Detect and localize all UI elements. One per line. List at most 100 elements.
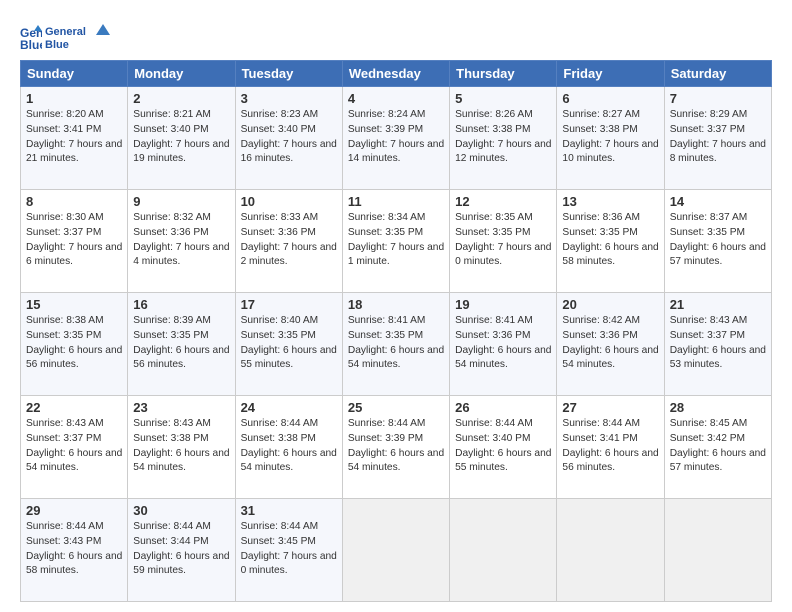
- cell-info: Sunrise: 8:44 AMSunset: 3:39 PMDaylight:…: [348, 418, 444, 473]
- day-header: Monday: [128, 61, 235, 87]
- calendar-cell: 14 Sunrise: 8:37 AMSunset: 3:35 PMDayligh…: [664, 190, 771, 293]
- calendar-week-row: 8 Sunrise: 8:30 AMSunset: 3:37 PMDaylight…: [21, 190, 772, 293]
- calendar-cell: 20Sunrise: 8:42 AMSunset: 3:36 PMDayligh…: [557, 293, 664, 396]
- cell-info: Sunrise: 8:20 AMSunset: 3:41 PMDaylight:…: [26, 109, 122, 164]
- cell-info: Sunrise: 8:37 AMSunset: 3:35 PMDaylight:…: [670, 212, 766, 267]
- day-number: 14: [670, 194, 766, 209]
- cell-info: Sunrise: 8:33 AMSunset: 3:36 PMDaylight:…: [241, 212, 337, 267]
- calendar-cell: 31 Sunrise: 8:44 AMSunset: 3:45 PMDayligh…: [235, 499, 342, 602]
- day-number: 30: [133, 503, 229, 518]
- calendar-cell: 9 Sunrise: 8:32 AMSunset: 3:36 PMDaylight…: [128, 190, 235, 293]
- svg-text:Blue: Blue: [45, 39, 69, 51]
- svg-text:General: General: [45, 26, 86, 38]
- logo-svg: General Blue: [45, 22, 117, 52]
- cell-info: Sunrise: 8:38 AMSunset: 3:35 PMDaylight:…: [26, 315, 122, 370]
- svg-text:Blue: Blue: [20, 38, 42, 51]
- day-header: Friday: [557, 61, 664, 87]
- day-number: 21: [670, 297, 766, 312]
- calendar-cell: 18 Sunrise: 8:41 AMSunset: 3:35 PMDayligh…: [342, 293, 449, 396]
- calendar-cell: 26Sunrise: 8:44 AMSunset: 3:40 PMDayligh…: [450, 396, 557, 499]
- logo-icon: General Blue: [20, 23, 42, 51]
- day-number: 29: [26, 503, 122, 518]
- calendar-cell: 27Sunrise: 8:44 AMSunset: 3:41 PMDayligh…: [557, 396, 664, 499]
- cell-info: Sunrise: 8:43 AMSunset: 3:37 PMDaylight:…: [670, 315, 766, 370]
- day-number: 26: [455, 400, 551, 415]
- day-number: 10: [241, 194, 337, 209]
- calendar-table: SundayMondayTuesdayWednesdayThursdayFrid…: [20, 60, 772, 602]
- day-number: 31: [241, 503, 337, 518]
- calendar-cell: 3Sunrise: 8:23 AMSunset: 3:40 PMDaylight…: [235, 87, 342, 190]
- cell-info: Sunrise: 8:41 AMSunset: 3:35 PMDaylight:…: [348, 315, 444, 370]
- calendar-cell: 5Sunrise: 8:26 AMSunset: 3:38 PMDaylight…: [450, 87, 557, 190]
- cell-info: Sunrise: 8:43 AMSunset: 3:38 PMDaylight:…: [133, 418, 229, 473]
- calendar-cell: 12 Sunrise: 8:35 AMSunset: 3:35 PMDayligh…: [450, 190, 557, 293]
- header-row: SundayMondayTuesdayWednesdayThursdayFrid…: [21, 61, 772, 87]
- cell-info: Sunrise: 8:39 AMSunset: 3:35 PMDaylight:…: [133, 315, 229, 370]
- cell-info: Sunrise: 8:44 AMSunset: 3:45 PMDaylight:…: [241, 521, 337, 576]
- calendar-cell: 10 Sunrise: 8:33 AMSunset: 3:36 PMDayligh…: [235, 190, 342, 293]
- day-number: 13: [562, 194, 658, 209]
- day-number: 20: [562, 297, 658, 312]
- day-number: 25: [348, 400, 444, 415]
- cell-info: Sunrise: 8:44 AMSunset: 3:43 PMDaylight:…: [26, 521, 122, 576]
- calendar-cell: 21 Sunrise: 8:43 AMSunset: 3:37 PMDayligh…: [664, 293, 771, 396]
- day-number: 23: [133, 400, 229, 415]
- logo: General Blue General Blue: [20, 22, 117, 52]
- day-number: 4: [348, 91, 444, 106]
- calendar-cell: 29 Sunrise: 8:44 AMSunset: 3:43 PMDayligh…: [21, 499, 128, 602]
- calendar-cell: 7 Sunrise: 8:29 AMSunset: 3:37 PMDaylight…: [664, 87, 771, 190]
- day-number: 28: [670, 400, 766, 415]
- day-number: 2: [133, 91, 229, 106]
- calendar-cell: 25 Sunrise: 8:44 AMSunset: 3:39 PMDayligh…: [342, 396, 449, 499]
- cell-info: Sunrise: 8:27 AMSunset: 3:38 PMDaylight:…: [562, 109, 658, 164]
- cell-info: Sunrise: 8:32 AMSunset: 3:36 PMDaylight:…: [133, 212, 229, 267]
- cell-info: Sunrise: 8:40 AMSunset: 3:35 PMDaylight:…: [241, 315, 337, 370]
- day-number: 12: [455, 194, 551, 209]
- day-header: Thursday: [450, 61, 557, 87]
- calendar-cell: 11Sunrise: 8:34 AMSunset: 3:35 PMDayligh…: [342, 190, 449, 293]
- day-number: 24: [241, 400, 337, 415]
- day-number: 7: [670, 91, 766, 106]
- day-number: 11: [348, 194, 444, 209]
- day-number: 15: [26, 297, 122, 312]
- calendar-cell: 24 Sunrise: 8:44 AMSunset: 3:38 PMDayligh…: [235, 396, 342, 499]
- cell-info: Sunrise: 8:26 AMSunset: 3:38 PMDaylight:…: [455, 109, 551, 164]
- day-number: 18: [348, 297, 444, 312]
- calendar-cell: 30Sunrise: 8:44 AMSunset: 3:44 PMDayligh…: [128, 499, 235, 602]
- calendar-week-row: 15 Sunrise: 8:38 AMSunset: 3:35 PMDayligh…: [21, 293, 772, 396]
- calendar-cell: 28 Sunrise: 8:45 AMSunset: 3:42 PMDayligh…: [664, 396, 771, 499]
- calendar-cell: 8 Sunrise: 8:30 AMSunset: 3:37 PMDaylight…: [21, 190, 128, 293]
- calendar-cell: [557, 499, 664, 602]
- day-header: Wednesday: [342, 61, 449, 87]
- cell-info: Sunrise: 8:35 AMSunset: 3:35 PMDaylight:…: [455, 212, 551, 267]
- header: General Blue General Blue: [20, 18, 772, 52]
- cell-info: Sunrise: 8:29 AMSunset: 3:37 PMDaylight:…: [670, 109, 766, 164]
- day-number: 3: [241, 91, 337, 106]
- cell-info: Sunrise: 8:36 AMSunset: 3:35 PMDaylight:…: [562, 212, 658, 267]
- day-number: 22: [26, 400, 122, 415]
- calendar-cell: 15 Sunrise: 8:38 AMSunset: 3:35 PMDayligh…: [21, 293, 128, 396]
- day-number: 8: [26, 194, 122, 209]
- cell-info: Sunrise: 8:43 AMSunset: 3:37 PMDaylight:…: [26, 418, 122, 473]
- calendar-cell: [342, 499, 449, 602]
- calendar-cell: 22 Sunrise: 8:43 AMSunset: 3:37 PMDayligh…: [21, 396, 128, 499]
- cell-info: Sunrise: 8:30 AMSunset: 3:37 PMDaylight:…: [26, 212, 122, 267]
- day-number: 17: [241, 297, 337, 312]
- calendar-week-row: 1 Sunrise: 8:20 AMSunset: 3:41 PMDaylight…: [21, 87, 772, 190]
- day-header: Tuesday: [235, 61, 342, 87]
- calendar-week-row: 29 Sunrise: 8:44 AMSunset: 3:43 PMDayligh…: [21, 499, 772, 602]
- cell-info: Sunrise: 8:45 AMSunset: 3:42 PMDaylight:…: [670, 418, 766, 473]
- day-header: Sunday: [21, 61, 128, 87]
- cell-info: Sunrise: 8:44 AMSunset: 3:38 PMDaylight:…: [241, 418, 337, 473]
- cell-info: Sunrise: 8:24 AMSunset: 3:39 PMDaylight:…: [348, 109, 444, 164]
- day-number: 27: [562, 400, 658, 415]
- calendar-cell: 2Sunrise: 8:21 AMSunset: 3:40 PMDaylight…: [128, 87, 235, 190]
- calendar-week-row: 22 Sunrise: 8:43 AMSunset: 3:37 PMDayligh…: [21, 396, 772, 499]
- calendar-cell: 1 Sunrise: 8:20 AMSunset: 3:41 PMDaylight…: [21, 87, 128, 190]
- day-number: 6: [562, 91, 658, 106]
- day-number: 9: [133, 194, 229, 209]
- day-number: 16: [133, 297, 229, 312]
- calendar-cell: 4 Sunrise: 8:24 AMSunset: 3:39 PMDaylight…: [342, 87, 449, 190]
- day-number: 1: [26, 91, 122, 106]
- day-header: Saturday: [664, 61, 771, 87]
